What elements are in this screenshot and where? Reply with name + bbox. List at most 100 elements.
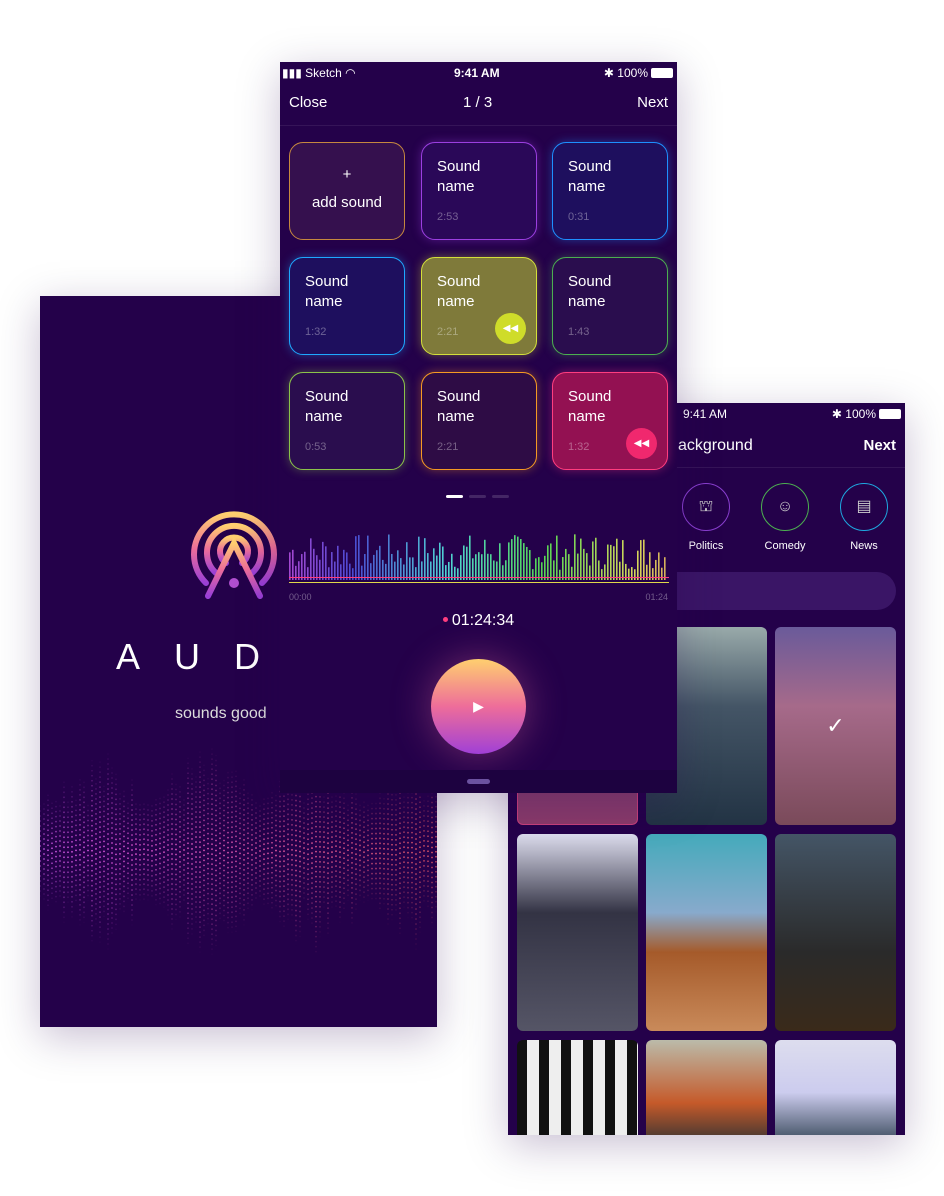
wave-dot: [331, 891, 333, 893]
wave-bar: [547, 545, 549, 580]
wave-dot: [83, 831, 85, 834]
wave-dot: [115, 798, 117, 801]
wave-dot: [355, 803, 357, 805]
wave-dot: [295, 809, 297, 812]
wave-dot: [263, 838, 265, 841]
wave-dot: [299, 840, 301, 843]
sound-tile[interactable]: Sound name 1:32 ◀◀: [552, 372, 668, 470]
next-button[interactable]: Next: [637, 94, 668, 111]
add-sound-button[interactable]: + add sound: [289, 142, 405, 240]
wave-dot: [339, 806, 341, 809]
wave-dot: [115, 788, 117, 791]
play-button[interactable]: ▶: [431, 659, 526, 754]
background-image[interactable]: [775, 834, 896, 1031]
sound-tile[interactable]: Sound name 2:21: [421, 372, 537, 470]
wave-dot: [223, 894, 225, 897]
wave-dot: [151, 879, 153, 882]
page-dots: [446, 495, 509, 498]
wave-dot: [351, 921, 353, 924]
wave-dot: [239, 797, 241, 800]
rewind-button[interactable]: ◀◀: [626, 428, 657, 459]
wave-dot: [63, 861, 65, 864]
background-image[interactable]: [517, 1040, 638, 1135]
wave-dot: [47, 854, 49, 857]
close-button[interactable]: Close: [289, 94, 327, 111]
wave-dot: [311, 882, 313, 884]
background-image[interactable]: ✓: [775, 627, 896, 825]
wave-dot: [103, 855, 105, 858]
sound-tile[interactable]: Sound name 0:31: [552, 142, 668, 240]
wave-dot: [331, 836, 333, 838]
wave-dot: [83, 821, 85, 824]
wave-dot: [103, 900, 105, 903]
category-politics[interactable]: ⛫: [682, 483, 730, 531]
wave-dot: [279, 865, 281, 868]
wave-dot: [311, 917, 313, 919]
wave-bar: [373, 554, 375, 580]
wave-dot: [391, 878, 393, 881]
category-comedy[interactable]: ☺: [761, 483, 809, 531]
wave-dot: [435, 810, 437, 813]
wave-dot: [355, 868, 357, 870]
wave-dot: [271, 791, 273, 794]
wave-dot: [251, 878, 253, 881]
wave-dot: [263, 878, 265, 881]
wave-dot: [95, 828, 97, 830]
sound-tile[interactable]: Sound name 1:43: [552, 257, 668, 355]
background-image[interactable]: [646, 834, 767, 1031]
wave-dot: [239, 867, 241, 870]
page-dot[interactable]: [469, 495, 486, 498]
wave-dot: [183, 799, 185, 801]
wave-dot: [231, 921, 233, 924]
wave-dot: [299, 820, 301, 823]
wave-dot: [407, 856, 409, 859]
wave-dot: [151, 864, 153, 867]
rewind-button[interactable]: ◀◀: [495, 313, 526, 344]
sound-tile[interactable]: Sound name 1:32: [289, 257, 405, 355]
wave-dot: [183, 814, 185, 816]
background-image[interactable]: [775, 1040, 896, 1135]
wave-dot: [171, 883, 173, 885]
waveform[interactable]: [289, 532, 669, 588]
wave-dot: [407, 836, 409, 839]
wave-dot: [379, 807, 381, 810]
background-image[interactable]: [646, 1040, 767, 1135]
sound-tile[interactable]: Sound name 2:53: [421, 142, 537, 240]
drag-handle[interactable]: [467, 779, 490, 784]
wave-dot: [219, 917, 221, 920]
wave-dot: [115, 863, 117, 866]
wave-dot: [315, 875, 317, 878]
wave-dot: [327, 797, 329, 800]
wave-dot: [51, 842, 53, 845]
wave-dot: [139, 863, 141, 866]
wave-dot: [259, 890, 261, 892]
wave-dot: [167, 889, 169, 891]
page-dot[interactable]: [492, 495, 509, 498]
page-dot[interactable]: [446, 495, 463, 498]
wave-dot: [67, 886, 69, 889]
wave-bar: [289, 552, 291, 580]
wave-dot: [335, 840, 337, 843]
wave-dot: [415, 843, 417, 845]
wave-dot: [275, 869, 277, 872]
wave-bar: [409, 557, 411, 580]
wave-dot: [411, 836, 413, 839]
wave-dot: [63, 921, 65, 923]
wave-dot: [315, 850, 317, 853]
wave-dot: [391, 823, 393, 826]
wave-dot: [207, 912, 209, 915]
wave-dot: [271, 861, 273, 864]
wave-dot: [179, 900, 181, 903]
wave-dot: [199, 831, 201, 834]
wave-dot: [91, 755, 93, 757]
wave-bar: [316, 555, 318, 580]
next-button[interactable]: Next: [863, 437, 896, 454]
wave-dot: [127, 817, 129, 820]
background-image[interactable]: [517, 834, 638, 1031]
wave-dot: [431, 826, 433, 829]
wave-dot: [295, 869, 297, 872]
category-news[interactable]: ▤: [840, 483, 888, 531]
wave-dot: [255, 852, 257, 854]
sound-tile[interactable]: Sound name 2:21 ◀◀: [421, 257, 537, 355]
sound-tile[interactable]: Sound name 0:53: [289, 372, 405, 470]
